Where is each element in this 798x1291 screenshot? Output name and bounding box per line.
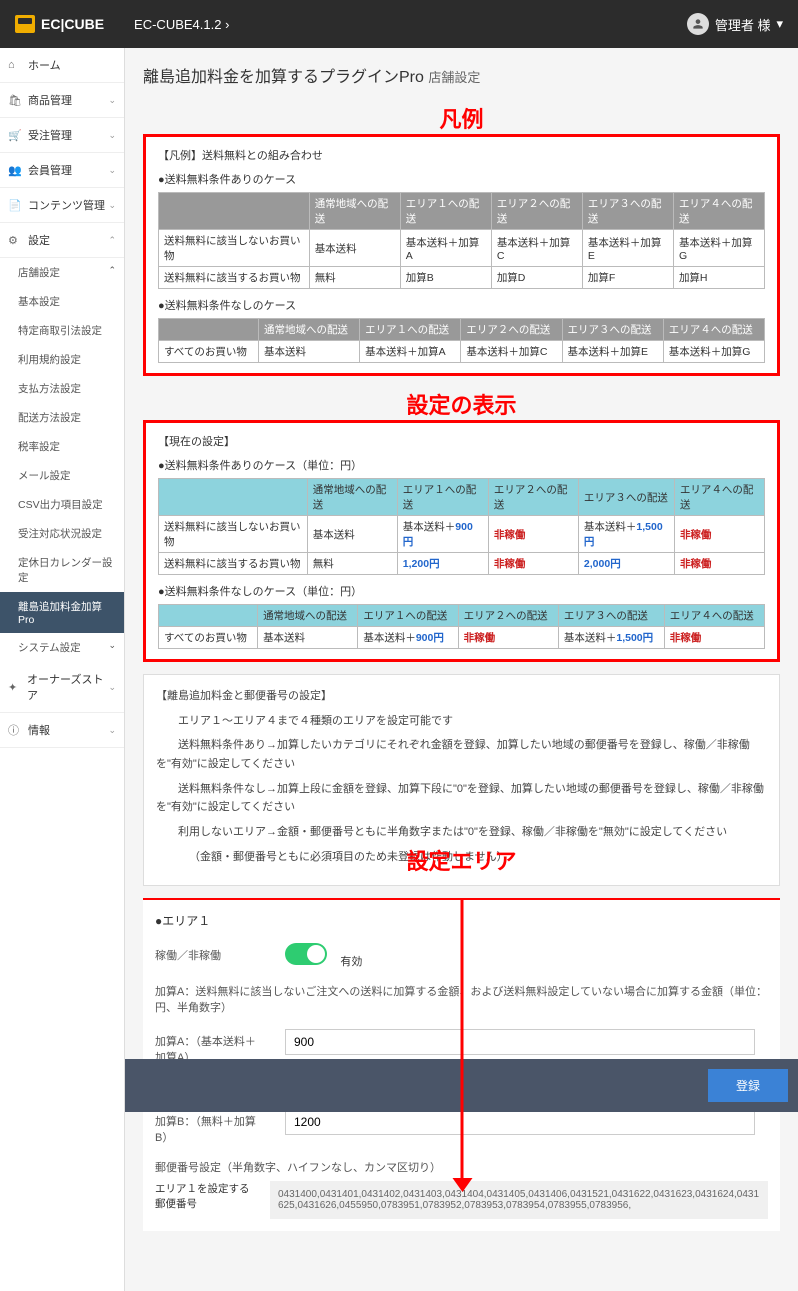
eccube-icon [15, 15, 35, 33]
nav-settings[interactable]: ⚙設定⌃ [0, 223, 124, 258]
sub-tax[interactable]: 税率設定 [0, 432, 124, 461]
sub-payment[interactable]: 支払方法設定 [0, 374, 124, 403]
help-p2: 送料無料条件あり→加算したいカテゴリにそれぞれ金額を登録、加算したい地域の郵便番… [156, 736, 767, 773]
brand-text: EC|CUBE [41, 16, 104, 32]
toggle-label: 稼働／非稼働 [155, 943, 265, 963]
nav-info[interactable]: ⓘ情報⌄ [0, 713, 124, 748]
sub-order-status[interactable]: 受注対応状況設定 [0, 519, 124, 548]
brand-logo: EC|CUBE [15, 15, 104, 33]
bag-icon: 🛍 [8, 94, 22, 107]
nav-owners-store[interactable]: ✦オーナーズストア⌄ [0, 662, 124, 713]
chevron-up-icon: ⌃ [108, 265, 116, 276]
annotation-area: 設定エリア [144, 843, 779, 880]
label-b: 加算B：（無料＋加算B） [155, 1109, 265, 1145]
input-surcharge-b[interactable] [285, 1109, 755, 1135]
doc-icon: 📄 [8, 199, 22, 212]
annotation-arrow [460, 900, 463, 1180]
table-row: 送料無料に該当しないお買い物基本送料基本送料＋900円非稼働基本送料＋1,500… [159, 516, 765, 553]
nav-home[interactable]: ⌂ホーム [0, 48, 124, 83]
table-row: すべてのお買い物基本送料基本送料＋加算A基本送料＋加算C基本送料＋加算E基本送料… [159, 341, 765, 363]
users-icon: 👥 [8, 164, 22, 177]
submit-button[interactable]: 登録 [708, 1069, 788, 1102]
current-case1: ●送料無料条件ありのケース（単位：円） [158, 457, 765, 473]
help-heading: 【離島追加料金と郵便番号の設定】 [156, 687, 767, 706]
legend-case2: ●送料無料条件なしのケース [158, 297, 765, 313]
table-row: 送料無料に該当しないお買い物基本送料基本送料＋加算A基本送料＋加算C基本送料＋加… [159, 230, 765, 267]
sidebar: ⌂ホーム 🛍商品管理⌄ 🛒受注管理⌄ 👥会員管理⌄ 📄コンテンツ管理⌄ ⚙設定⌃… [0, 48, 125, 1291]
annotation-display: 設定の表示 [143, 388, 780, 420]
info-icon: ⓘ [8, 722, 22, 738]
nav-orders[interactable]: 🛒受注管理⌄ [0, 118, 124, 153]
chevron-down-icon: ⌄ [108, 200, 116, 211]
chevron-down-icon: ⌄ [108, 682, 116, 693]
legend-table-2: 通常地域への配送エリア１への配送エリア２への配送エリア３への配送エリア４への配送… [158, 318, 765, 363]
help-p3: 送料無料条件なし→加算上段に金額を登録、加算下段に"0"を登録、加算したい地域の… [156, 780, 767, 817]
current-case2: ●送料無料条件なしのケース（単位：円） [158, 583, 765, 599]
nav-shop-setting[interactable]: 店舗設定 ⌃ [0, 258, 124, 287]
user-icon [687, 13, 709, 35]
home-icon: ⌂ [8, 59, 22, 71]
chevron-down-icon: ⌄ [108, 165, 116, 176]
sub-basic[interactable]: 基本設定 [0, 287, 124, 316]
top-header: EC|CUBE EC-CUBE4.1.2 › 管理者 様 ▾ [0, 0, 798, 48]
chevron-down-icon: ▾ [776, 16, 783, 32]
sub-delivery[interactable]: 配送方法設定 [0, 403, 124, 432]
table-row: すべてのお買い物基本送料基本送料＋900円非稼働基本送料＋1,500円非稼働 [159, 627, 765, 649]
nav-contents[interactable]: 📄コンテンツ管理⌄ [0, 188, 124, 223]
table-row: 送料無料に該当するお買い物無料加算B加算D加算F加算H [159, 267, 765, 289]
sub-holiday[interactable]: 定休日カレンダー設定 [0, 548, 124, 592]
chevron-down-icon: ⌄ [108, 640, 116, 651]
legend-table-1: 通常地域への配送エリア１への配送エリア２への配送エリア３への配送エリア４への配送… [158, 192, 765, 289]
chevron-down-icon: ⌄ [108, 95, 116, 106]
version-link[interactable]: EC-CUBE4.1.2 › [134, 17, 229, 32]
cart-icon: 🛒 [8, 129, 22, 142]
postal-label: エリア１を設定する郵便番号 [155, 1181, 255, 1219]
chevron-down-icon: ⌄ [108, 725, 116, 736]
nav-system[interactable]: システム設定 ⌄ [0, 633, 124, 662]
legend-box: 【凡例】送料無料との組み合わせ ●送料無料条件ありのケース 通常地域への配送エリ… [143, 134, 780, 376]
legend-case1: ●送料無料条件ありのケース [158, 171, 765, 187]
sub-terms[interactable]: 利用規約設定 [0, 345, 124, 374]
legend-heading: 【凡例】送料無料との組み合わせ [158, 147, 765, 163]
page-title: 離島追加料金を加算するプラグインPro 店舗設定 [143, 63, 780, 87]
help-p4: 利用しないエリア→金額・郵便番号ともに半角数字または"0"を登録、稼働／非稼働を… [156, 823, 767, 842]
annotation-legend: 凡例 [143, 102, 780, 134]
sub-mail[interactable]: メール設定 [0, 461, 124, 490]
nav-products[interactable]: 🛍商品管理⌄ [0, 83, 124, 118]
chevron-right-icon: › [225, 17, 229, 32]
current-table-2: 通常地域への配送エリア１への配送エリア２への配送エリア３への配送エリア４への配送… [158, 604, 765, 649]
chevron-down-icon: ⌄ [108, 130, 116, 141]
current-box: 【現在の設定】 ●送料無料条件ありのケース（単位：円） 通常地域への配送エリア１… [143, 420, 780, 662]
gear-icon: ⚙ [8, 234, 22, 247]
input-surcharge-a[interactable] [285, 1029, 755, 1055]
user-menu[interactable]: 管理者 様 ▾ [687, 13, 783, 35]
help-p1: エリア１～エリア４まで４種類のエリアを設定可能です [156, 712, 767, 731]
sub-island-surcharge[interactable]: 離島追加料金加算Pro [0, 592, 124, 633]
current-heading: 【現在の設定】 [158, 433, 765, 449]
sub-law[interactable]: 特定商取引法設定 [0, 316, 124, 345]
table-row: 送料無料に該当するお買い物無料1,200円非稼働2,000円非稼働 [159, 553, 765, 575]
current-table-1: 通常地域への配送エリア１への配送エリア２への配送エリア３への配送エリア４への配送… [158, 478, 765, 575]
area1-toggle[interactable] [285, 943, 327, 965]
postal-value: 0431400,0431401,0431402,0431403,0431404,… [270, 1181, 768, 1219]
help-box: 【離島追加料金と郵便番号の設定】 エリア１～エリア４まで４種類のエリアを設定可能… [143, 674, 780, 886]
nav-members[interactable]: 👥会員管理⌄ [0, 153, 124, 188]
sub-csv[interactable]: CSV出力項目設定 [0, 490, 124, 519]
store-icon: ✦ [8, 681, 21, 694]
toggle-state: 有効 [340, 956, 362, 968]
chevron-up-icon: ⌃ [108, 235, 116, 246]
